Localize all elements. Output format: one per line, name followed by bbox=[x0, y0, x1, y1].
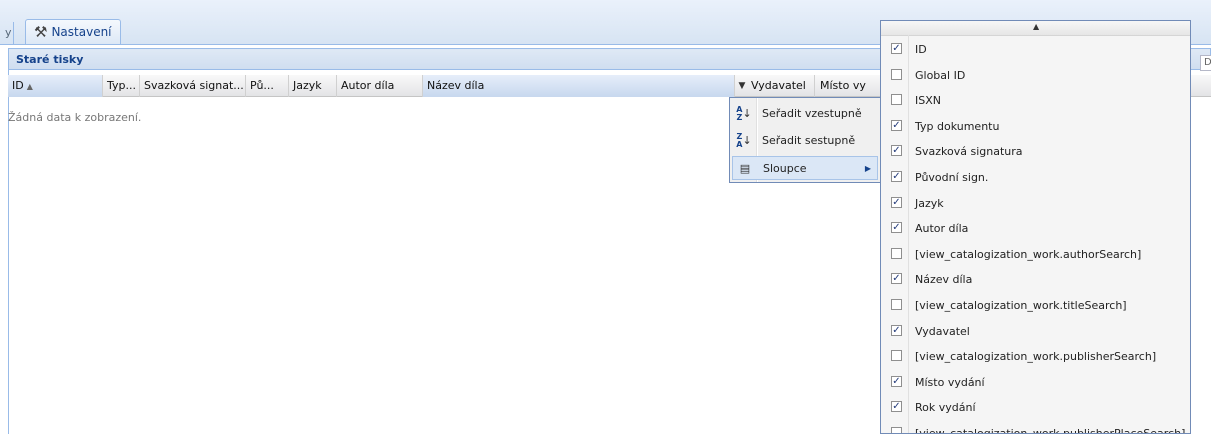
column-toggle-item[interactable]: Global ID bbox=[881, 63, 1190, 89]
column-checkbox[interactable] bbox=[891, 247, 902, 259]
column-toggle-label: [view_catalogization_work.authorSearch] bbox=[915, 247, 1142, 261]
column-toggle-item[interactable]: [view_catalogization_work.authorSearch] bbox=[881, 242, 1190, 268]
column-checkbox[interactable]: ✓ bbox=[891, 43, 902, 54]
column-label: Pů... bbox=[250, 79, 274, 92]
empty-grid-message: Žádná data k zobrazení. bbox=[8, 111, 142, 124]
panel-title: Staré tisky bbox=[16, 53, 84, 66]
column-checkbox[interactable]: ✓ bbox=[891, 273, 902, 285]
menu-item-sort-desc[interactable]: Z A↓ Seřadit sestupně bbox=[732, 129, 878, 153]
column-toggle-label: Původní sign. bbox=[915, 171, 989, 184]
search-input[interactable]: D bbox=[1200, 55, 1211, 71]
column-label: Místo vy bbox=[820, 79, 866, 92]
column-toggle-item[interactable]: ✓ Původní sign. bbox=[881, 165, 1190, 191]
column-context-menu: A Z↓ Seřadit vzestupně Z A↓ Seřadit sestup… bbox=[729, 97, 881, 183]
column-header-typ[interactable]: Typ... bbox=[103, 75, 140, 97]
column-toggle-item[interactable]: ✓ Autor díla bbox=[881, 216, 1190, 242]
menu-item-label: Seřadit sestupně bbox=[762, 134, 856, 147]
menu-item-label: Seřadit vzestupně bbox=[762, 107, 862, 120]
column-toggle-item[interactable]: ✓ Název díla bbox=[881, 267, 1190, 293]
column-header-autor-dila[interactable]: Autor díla bbox=[337, 75, 423, 97]
column-toggle-item[interactable]: ✓ Místo vydání bbox=[881, 370, 1190, 396]
column-checkbox[interactable] bbox=[891, 350, 902, 362]
columns-submenu: ▲ ✓ ID Global ID ISXN ✓ Typ dokumentu ✓ Svazkov… bbox=[880, 20, 1191, 434]
column-header-svazkova-signatura[interactable]: Svazková signat... bbox=[140, 75, 246, 97]
column-checkbox[interactable] bbox=[891, 299, 902, 310]
column-toggle-label: Typ dokumentu bbox=[915, 119, 1000, 133]
column-toggle-item[interactable]: ✓ ID bbox=[881, 37, 1190, 63]
column-toggle-item[interactable]: [view_catalogization_work.publisherPlace… bbox=[881, 421, 1190, 434]
column-checkbox[interactable]: ✓ bbox=[891, 171, 902, 182]
column-checkbox[interactable]: ✓ bbox=[891, 401, 902, 413]
column-toggle-label: Svazková signatura bbox=[915, 145, 1023, 159]
menu-item-columns[interactable]: ▤ Sloupce ▶ bbox=[732, 156, 878, 180]
panel-left-border bbox=[8, 48, 9, 434]
column-toggle-label: Název díla bbox=[915, 273, 973, 287]
column-label: Vydavatel bbox=[751, 79, 806, 92]
column-checkbox[interactable]: ✓ bbox=[891, 196, 902, 208]
tools-icon: ⚒ bbox=[34, 23, 48, 41]
column-checkbox[interactable]: ✓ bbox=[891, 145, 902, 157]
column-toggle-item[interactable]: ISXN bbox=[881, 88, 1190, 114]
column-toggle-item[interactable]: [view_catalogization_work.titleSearch] bbox=[881, 293, 1190, 319]
column-header-puvodni[interactable]: Pů... bbox=[246, 75, 289, 97]
column-checkbox[interactable] bbox=[891, 94, 902, 106]
sort-asc-icon: ▲ bbox=[26, 82, 33, 91]
column-checkbox[interactable]: ✓ bbox=[891, 119, 902, 131]
column-toggle-label: Autor díla bbox=[915, 222, 969, 236]
column-toggle-item[interactable]: ✓ Svazková signatura bbox=[881, 139, 1190, 165]
column-header-vydavatel[interactable]: ▼ Vydavatel bbox=[735, 75, 815, 97]
column-toggle-label: Jazyk bbox=[915, 196, 944, 210]
column-checkbox[interactable]: ✓ bbox=[891, 324, 902, 336]
column-checkbox[interactable] bbox=[891, 427, 902, 433]
column-header-misto-vydani[interactable]: Místo vy bbox=[815, 75, 885, 97]
column-toggle-label: ID bbox=[915, 43, 927, 56]
column-label: Autor díla bbox=[341, 79, 395, 92]
column-toggle-label: Místo vydání bbox=[915, 375, 985, 389]
column-checkbox[interactable]: ✓ bbox=[891, 375, 902, 387]
menu-item-label: Sloupce bbox=[763, 162, 807, 175]
sort-descending-icon: Z A↓ bbox=[736, 132, 752, 149]
column-label: Jazyk bbox=[293, 79, 322, 92]
column-toggle-item[interactable]: ✓ Typ dokumentu bbox=[881, 114, 1190, 140]
column-header-nazev-dila[interactable]: Název díla bbox=[423, 75, 735, 97]
column-label: Název díla bbox=[427, 79, 485, 92]
column-toggle-item[interactable]: ✓ Jazyk bbox=[881, 191, 1190, 217]
tab-previous[interactable]: y bbox=[0, 22, 14, 44]
column-toggle-label: [view_catalogization_work.publisherSearc… bbox=[915, 350, 1157, 364]
submenu-arrow-icon: ▶ bbox=[864, 164, 871, 173]
tab-label: Nastavení bbox=[51, 25, 112, 39]
submenu-scroll-up[interactable]: ▲ bbox=[881, 21, 1190, 36]
column-toggle-item[interactable]: [view_catalogization_work.publisherSearc… bbox=[881, 344, 1190, 370]
menu-item-sort-asc[interactable]: A Z↓ Seřadit vzestupně bbox=[732, 102, 878, 126]
column-label: ID bbox=[12, 79, 24, 92]
column-toggle-item[interactable]: ✓ Rok vydání bbox=[881, 395, 1190, 421]
scroll-up-icon: ▲ bbox=[1033, 22, 1040, 31]
sort-ascending-icon: A Z↓ bbox=[736, 105, 752, 122]
tab-nastaveni[interactable]: ⚒ Nastavení bbox=[25, 19, 121, 44]
columns-icon: ▤ bbox=[739, 162, 751, 175]
column-checkbox[interactable]: ✓ bbox=[891, 222, 902, 234]
column-toggle-label: Rok vydání bbox=[915, 401, 976, 415]
column-checkbox[interactable] bbox=[891, 68, 902, 80]
column-header-id[interactable]: ID ▲ bbox=[8, 75, 103, 97]
column-menu-trigger-icon[interactable]: ▼ bbox=[735, 75, 749, 97]
column-toggle-label: Global ID bbox=[915, 68, 966, 82]
column-header-jazyk[interactable]: Jazyk bbox=[289, 75, 337, 97]
column-label: Svazková signat... bbox=[144, 79, 244, 92]
column-label: Typ... bbox=[107, 79, 136, 92]
column-toggle-item[interactable]: ✓ Vydavatel bbox=[881, 319, 1190, 345]
column-toggle-label: Vydavatel bbox=[915, 324, 970, 338]
column-toggle-label: [view_catalogization_work.titleSearch] bbox=[915, 299, 1127, 312]
tab-previous-label: y bbox=[5, 26, 12, 39]
column-toggle-label: [view_catalogization_work.publisherPlace… bbox=[915, 427, 1186, 434]
column-toggle-label: ISXN bbox=[915, 94, 941, 108]
